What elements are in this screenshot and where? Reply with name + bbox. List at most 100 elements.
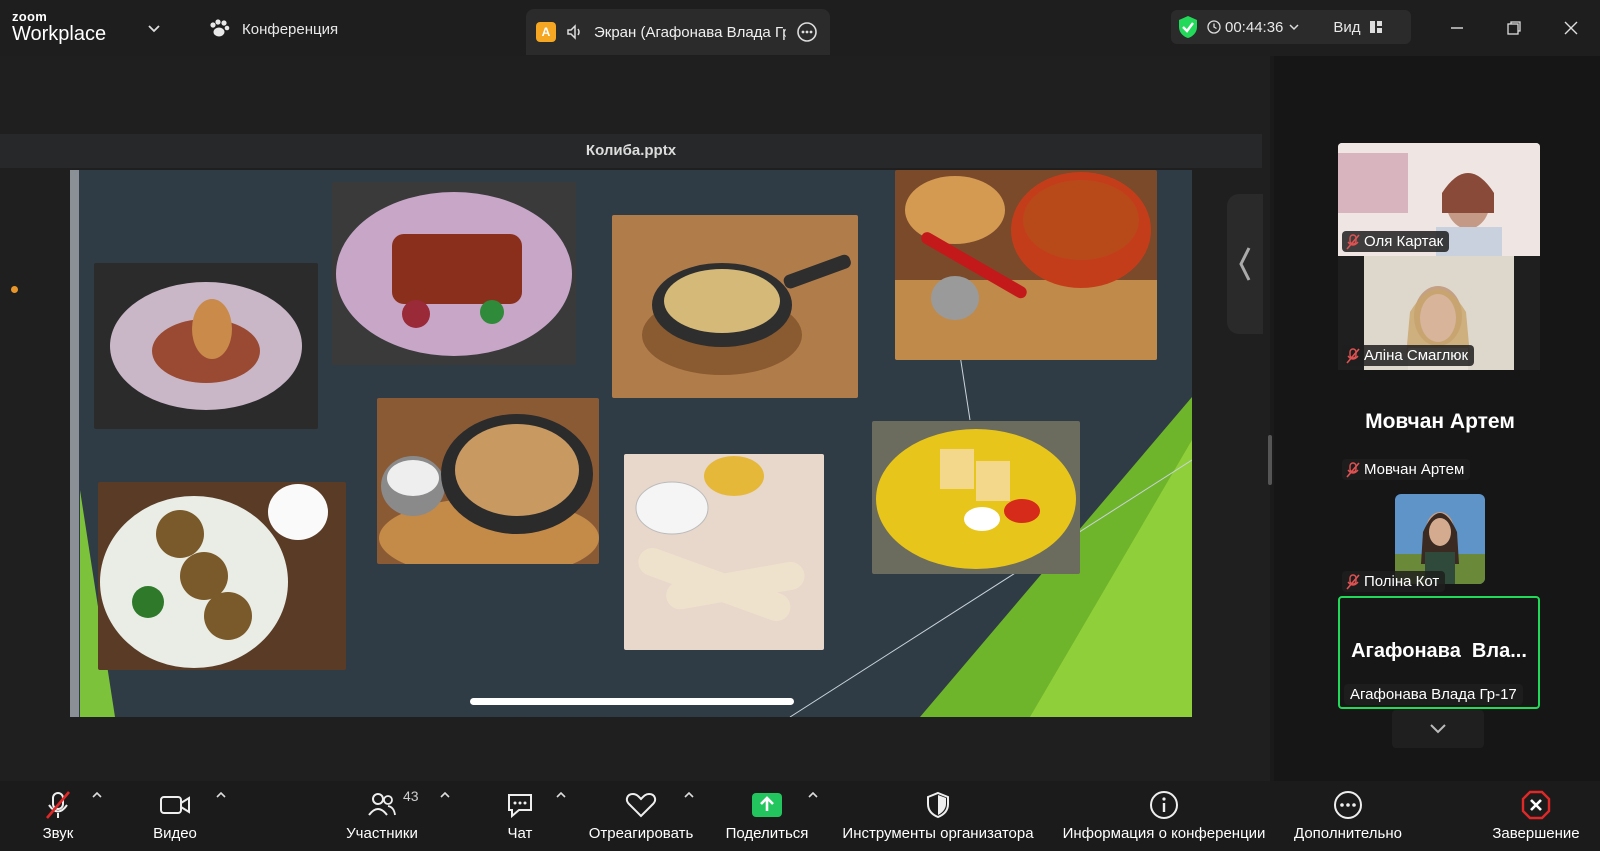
clock-icon (1207, 20, 1221, 34)
brand-bottom: Workplace (12, 23, 107, 45)
status-group: 00:44:36 Вид (1171, 10, 1411, 44)
timer-value: 00:44:36 (1225, 18, 1284, 36)
video-tile[interactable]: Мовчан Артем (1338, 454, 1540, 482)
end-meeting-button[interactable]: Завершение (1488, 781, 1584, 851)
panel-resize-handle[interactable] (1268, 435, 1272, 485)
dish-photo-borscht (895, 170, 1157, 360)
brand-top: zoom (12, 9, 48, 24)
speaker-icon[interactable] (566, 23, 584, 41)
video-label: Видео (153, 825, 197, 842)
dish-photo-pancakes (624, 454, 824, 650)
scroll-down-button[interactable] (1392, 710, 1484, 748)
meeting-menu[interactable]: Конференция (208, 19, 338, 39)
dish-photo-ribs (332, 182, 576, 365)
close-button[interactable] (1557, 14, 1585, 42)
dish-photo-porridge (612, 215, 858, 398)
participant-name: Аліна Смаглюк (1364, 347, 1469, 364)
screen-share-tab[interactable]: A Экран (Агафонава Влада Гр- (526, 9, 830, 55)
close-icon (1564, 21, 1578, 35)
caret-up-icon[interactable] (554, 789, 568, 801)
video-tile[interactable]: Оля Картак (1338, 143, 1540, 256)
dish-photo-syrniki (872, 421, 1080, 574)
collapse-panel-button[interactable] (1227, 194, 1263, 334)
view-label: Вид (1333, 18, 1361, 36)
participant-name: Агафонава Влада Гр-17 (1350, 686, 1517, 703)
paw-icon (210, 19, 230, 37)
mic-muted-icon (1346, 234, 1360, 250)
shield-icon (927, 791, 949, 819)
dish-photo-chicken (94, 263, 318, 429)
participant-name-tag: Аліна Смаглюк (1342, 345, 1475, 366)
more-button[interactable]: Дополнительно (1290, 781, 1406, 851)
caret-up-icon[interactable] (90, 789, 104, 801)
participants-label: Участники (346, 825, 418, 842)
host-tools-label: Инструменты организатора (842, 825, 1034, 842)
encryption-shield-icon[interactable] (1177, 15, 1199, 39)
caret-up-icon[interactable] (682, 789, 696, 801)
more-options-icon[interactable] (796, 21, 818, 43)
chat-label: Чат (507, 825, 533, 842)
meeting-toolbar: Звук Видео Участники 43 Чат Отреагироват… (0, 781, 1600, 851)
dish-photo-dumplings (377, 398, 599, 564)
caret-up-icon[interactable] (438, 789, 452, 801)
caret-up-icon[interactable] (214, 789, 228, 801)
restore-button[interactable] (1500, 14, 1528, 42)
share-button[interactable]: Поделиться (724, 781, 810, 851)
heart-icon (625, 792, 657, 818)
participant-name-tag: Поліна Кот (1342, 571, 1446, 592)
mic-muted-icon (1346, 574, 1360, 590)
chevron-down-icon (1289, 24, 1299, 31)
meeting-timer[interactable]: 00:44:36 (1207, 19, 1301, 36)
meeting-info-button[interactable]: Информация о конференции (1058, 781, 1270, 851)
share-screen-icon (752, 793, 782, 817)
slide-scrollbar[interactable] (470, 698, 794, 705)
share-title: Экран (Агафонава Влада Гр- (594, 23, 786, 41)
active-speaker-tile[interactable]: Агафонава Вла... Агафонава Влада Гр-17 (1338, 596, 1540, 709)
participant-name-tag: Агафонава Влада Гр-17 (1344, 684, 1523, 705)
share-label: Поделиться (725, 825, 809, 842)
info-icon (1150, 791, 1178, 819)
chat-button[interactable]: Чат (500, 781, 540, 851)
participant-name-tag: Мовчан Артем (1342, 459, 1471, 480)
mic-muted-icon (1346, 462, 1360, 478)
view-button[interactable]: Вид (1333, 19, 1382, 36)
people-icon (368, 793, 396, 816)
shared-screen-area: Колиба.pptx (0, 56, 1272, 781)
mic-muted-icon (1346, 348, 1360, 364)
more-label: Дополнительно (1294, 825, 1402, 842)
end-meeting-label: Завершение (1492, 825, 1580, 842)
participant-name: Поліна Кот (1364, 573, 1440, 590)
restore-icon (1507, 21, 1521, 35)
chevron-down-icon[interactable] (146, 20, 162, 36)
presentation-slide (70, 170, 1192, 717)
chevron-down-icon (1430, 724, 1446, 734)
audio-label: Звук (42, 825, 74, 842)
layout-grid-icon (1369, 21, 1382, 33)
participant-display-name: Агафонава Вла... (1351, 640, 1527, 662)
chat-icon (508, 794, 532, 819)
zoom-logo: zoom Workplace (12, 10, 106, 44)
dish-photo-cutlets (98, 482, 346, 670)
video-button[interactable]: Видео (148, 781, 202, 851)
more-options-icon (1334, 791, 1362, 819)
participant-name: Оля Картак (1364, 233, 1444, 250)
host-tools-button[interactable]: Инструменты организатора (838, 781, 1038, 851)
slide-file-title: Колиба.pptx (0, 134, 1262, 168)
caret-up-icon[interactable] (806, 789, 820, 801)
minimize-icon (1451, 27, 1463, 29)
participant-name-tag: Оля Картак (1342, 231, 1450, 252)
end-meeting-icon (1521, 790, 1551, 820)
chevron-left-icon (1239, 247, 1251, 281)
audio-button[interactable]: Звук (36, 781, 80, 851)
camera-icon (160, 796, 190, 814)
sharer-badge: A (536, 22, 556, 42)
react-label: Отреагировать (588, 825, 694, 842)
mic-muted-icon (46, 791, 70, 819)
meeting-label: Конференция (242, 20, 339, 38)
video-tile[interactable]: Аліна Смаглюк (1338, 256, 1540, 370)
react-button[interactable]: Отреагировать (584, 781, 698, 851)
meeting-info-label: Информация о конференции (1062, 825, 1266, 842)
video-tile[interactable]: Поліна Кот (1338, 566, 1540, 594)
minimize-button[interactable] (1443, 14, 1471, 42)
cursor-indicator (11, 286, 18, 293)
